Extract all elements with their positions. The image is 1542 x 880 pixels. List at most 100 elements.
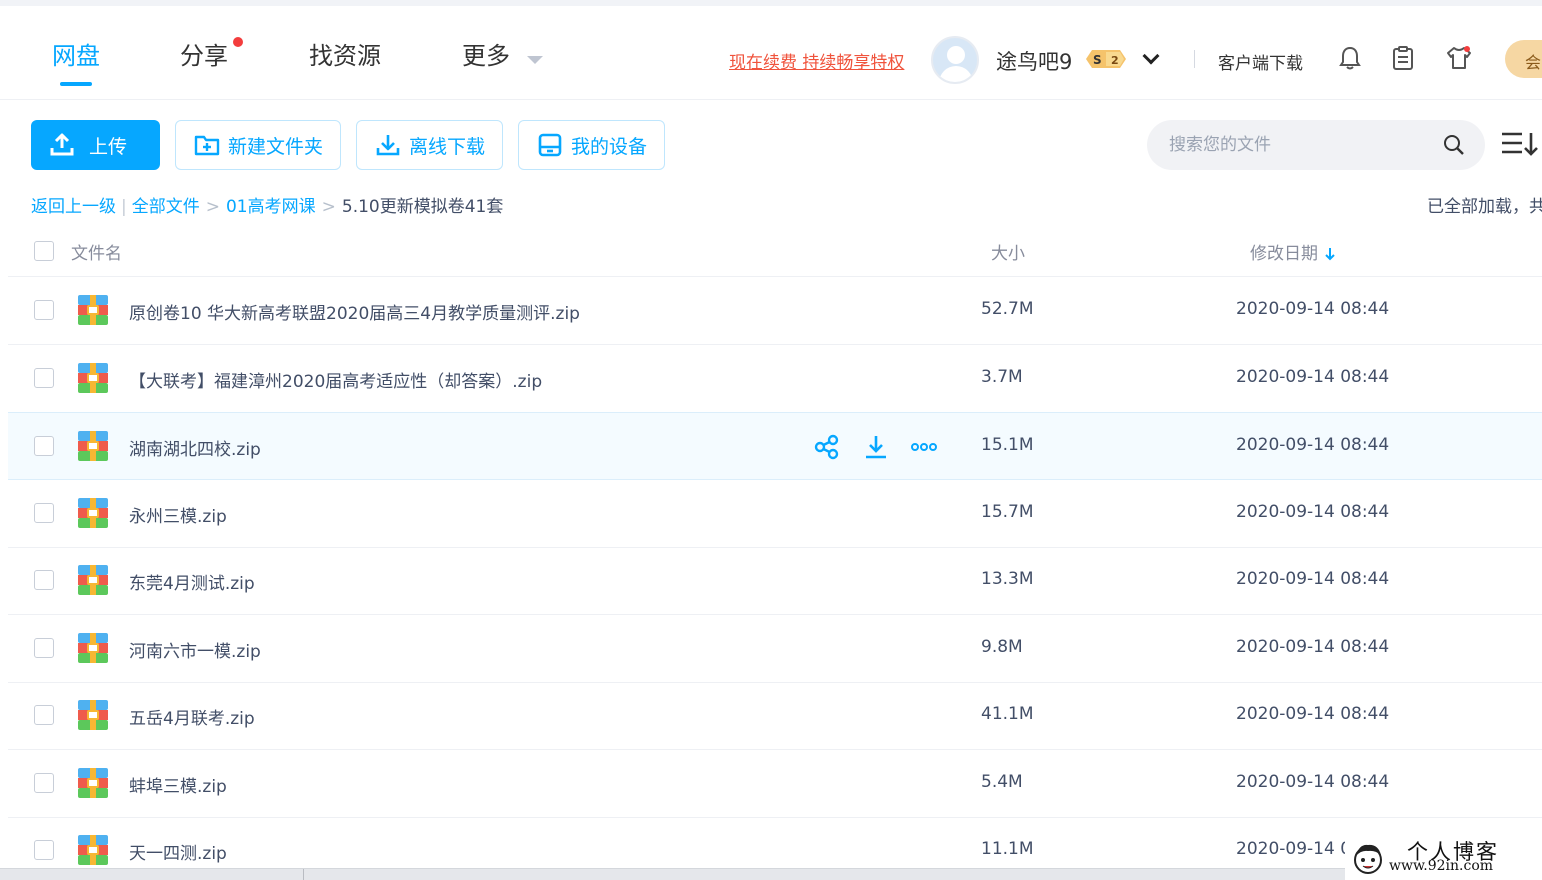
search-icon[interactable] [1443, 134, 1465, 156]
breadcrumb-folder[interactable]: 01高考网课 [226, 197, 316, 217]
upload-icon [50, 133, 74, 156]
table-row[interactable]: 东莞4月测试.zip 13.3M 2020-09-14 08:44 [8, 547, 1542, 615]
file-name[interactable]: 五岳4月联考.zip [129, 704, 255, 729]
row-checkbox[interactable] [34, 638, 54, 658]
file-size: 52.7M [981, 299, 1034, 319]
file-size: 13.3M [981, 569, 1034, 589]
row-checkbox[interactable] [34, 773, 54, 793]
taskbar-strip [0, 868, 1345, 880]
nav-tab-find-resources[interactable]: 找资源 [309, 36, 381, 71]
nav-tab-netdisk[interactable]: 网盘 [52, 36, 100, 71]
column-header-name[interactable]: 文件名 [71, 239, 122, 264]
divider [1194, 50, 1195, 68]
sort-desc-icon [1325, 248, 1335, 261]
my-devices-button[interactable]: 我的设备 [518, 120, 665, 170]
upload-button[interactable]: 上传 [31, 120, 160, 170]
caret-down-icon[interactable] [527, 56, 543, 64]
username[interactable]: 途鸟吧9 [996, 46, 1072, 76]
table-row[interactable]: 河南六市一模.zip 9.8M 2020-09-14 08:44 [8, 615, 1542, 683]
notification-dot [233, 37, 243, 47]
device-icon [538, 133, 562, 157]
file-size: 9.8M [981, 637, 1023, 657]
file-modified-date: 2020-09-14 08:44 [1236, 367, 1390, 387]
file-name[interactable]: 河南六市一模.zip [129, 637, 261, 662]
row-checkbox[interactable] [34, 705, 54, 725]
bell-icon[interactable] [1336, 44, 1364, 72]
table-row[interactable]: 原创卷10 华大新高考联盟2020届高三4月教学质量测评.zip 52.7M 2… [8, 277, 1542, 345]
nav-tab-more[interactable]: 更多 [462, 36, 510, 71]
active-tab-indicator [60, 82, 92, 86]
file-size: 15.1M [981, 435, 1034, 455]
file-modified-date: 2020-09-14 08:44 [1236, 637, 1390, 657]
file-size: 3.7M [981, 367, 1023, 387]
file-size: 41.1M [981, 704, 1034, 724]
zip-archive-icon [78, 700, 108, 730]
file-name[interactable]: 天一四测.zip [129, 839, 227, 864]
file-name[interactable]: 湖南湖北四校.zip [129, 435, 261, 460]
select-all-checkbox[interactable] [34, 241, 54, 261]
zip-archive-icon [78, 835, 108, 865]
file-modified-date: 2020-09-14 0 [1236, 839, 1352, 859]
cartoon-face-icon [1354, 844, 1382, 874]
file-modified-date: 2020-09-14 08:44 [1236, 704, 1390, 724]
file-size: 15.7M [981, 502, 1034, 522]
vip-button[interactable]: 会 [1505, 40, 1542, 78]
row-checkbox[interactable] [34, 503, 54, 523]
top-navigation-bar: 网盘 分享 找资源 更多 现在续费 持续畅享特权 途鸟吧9 S 2 客户端下载 … [0, 0, 1542, 100]
client-download-link[interactable]: 客户端下载 [1218, 49, 1303, 74]
load-status: 已全部加载，共 [1427, 197, 1542, 217]
sort-icon[interactable] [1500, 130, 1540, 158]
table-row[interactable]: 蚌埠三模.zip 5.4M 2020-09-14 08:44 [8, 750, 1542, 818]
avatar[interactable] [931, 36, 979, 84]
row-checkbox[interactable] [34, 840, 54, 860]
file-size: 11.1M [981, 839, 1034, 859]
breadcrumb: 返回上一级 | 全部文件 >01高考网课 >5.10更新模拟卷41套 [31, 197, 504, 217]
svg-text:S: S [1093, 53, 1102, 67]
svg-text:2: 2 [1111, 54, 1119, 67]
zip-archive-icon [78, 565, 108, 595]
file-size: 5.4M [981, 772, 1023, 792]
file-name[interactable]: 永州三模.zip [129, 502, 227, 527]
download-icon[interactable] [864, 434, 888, 460]
column-header-size[interactable]: 大小 [991, 239, 1025, 264]
blog-watermark: 个人博客 www.92in.com [1345, 836, 1542, 880]
nav-tab-share[interactable]: 分享 [180, 36, 228, 71]
vip-level-badge: S 2 [1086, 50, 1126, 68]
offline-download-button[interactable]: 离线下载 [356, 120, 503, 170]
table-row[interactable]: 五岳4月联考.zip 41.1M 2020-09-14 08:44 [8, 682, 1542, 750]
zip-archive-icon [78, 768, 108, 798]
file-modified-date: 2020-09-14 08:44 [1236, 569, 1390, 589]
file-name[interactable]: 东莞4月测试.zip [129, 569, 255, 594]
file-name[interactable]: 【大联考】福建漳州2020届高考适应性（却答案）.zip [129, 367, 542, 392]
zip-archive-icon [78, 498, 108, 528]
file-modified-date: 2020-09-14 08:44 [1236, 502, 1390, 522]
file-modified-date: 2020-09-14 08:44 [1236, 435, 1390, 455]
table-row[interactable]: 永州三模.zip 15.7M 2020-09-14 08:44 [8, 480, 1542, 548]
chevron-down-icon[interactable] [1142, 47, 1160, 65]
new-folder-icon [194, 135, 220, 156]
column-header-date[interactable]: 修改日期 [1250, 239, 1336, 264]
clipboard-icon[interactable] [1389, 44, 1417, 72]
breadcrumb-current: 5.10更新模拟卷41套 [341, 197, 504, 217]
row-checkbox[interactable] [34, 436, 54, 456]
file-modified-date: 2020-09-14 08:44 [1236, 772, 1390, 792]
table-row[interactable]: 湖南湖北四校.zip 15.1M 2020-09-14 08:44 [8, 412, 1542, 480]
row-checkbox[interactable] [34, 368, 54, 388]
breadcrumb-all-files[interactable]: 全部文件 [132, 197, 200, 217]
file-table-header: 文件名 大小 修改日期 [8, 228, 1542, 277]
share-icon[interactable] [814, 434, 840, 460]
file-name[interactable]: 蚌埠三模.zip [129, 772, 227, 797]
more-options-icon[interactable] [910, 434, 938, 460]
search-input[interactable] [1169, 132, 1429, 158]
file-modified-date: 2020-09-14 08:44 [1236, 299, 1390, 319]
renew-vip-link[interactable]: 现在续费 持续畅享特权 [729, 48, 904, 73]
file-name[interactable]: 原创卷10 华大新高考联盟2020届高三4月教学质量测评.zip [129, 299, 580, 324]
search-box[interactable] [1147, 120, 1485, 170]
new-folder-button[interactable]: 新建文件夹 [175, 120, 341, 170]
row-checkbox[interactable] [34, 300, 54, 320]
watermark-url: www.92in.com [1389, 858, 1494, 874]
row-checkbox[interactable] [34, 570, 54, 590]
breadcrumb-back[interactable]: 返回上一级 [31, 197, 116, 217]
tshirt-skin-icon[interactable] [1445, 44, 1473, 72]
table-row[interactable]: 【大联考】福建漳州2020届高考适应性（却答案）.zip 3.7M 2020-0… [8, 345, 1542, 413]
